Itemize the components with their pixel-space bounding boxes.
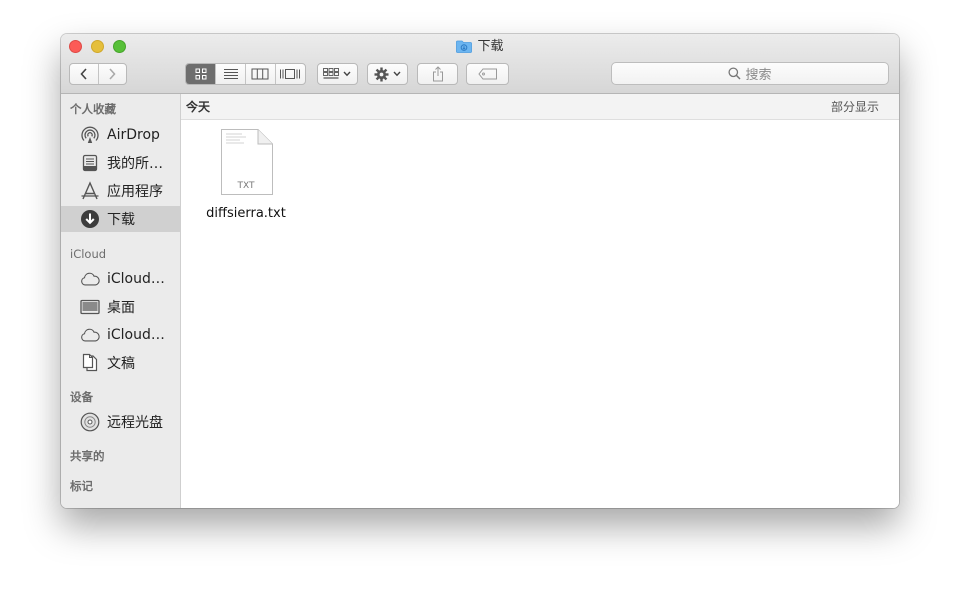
column-view-icon (251, 68, 269, 80)
icon-view-icon (195, 68, 207, 80)
sidebar-item-all-my-files[interactable]: 我的所… (61, 150, 180, 176)
file-name: diffsierra.txt (206, 206, 286, 221)
action-dropdown-button[interactable] (368, 64, 407, 84)
remote-disc-icon (80, 412, 100, 432)
arrange-dropdown-button[interactable] (318, 64, 357, 84)
group-title: 今天 (186, 100, 211, 114)
view-mode-group (185, 63, 306, 85)
cloud-icon (80, 269, 100, 289)
sidebar-item-label: iCloud… (107, 327, 165, 343)
sidebar-item-label: 远程光盘 (107, 415, 163, 431)
file-browser-content: 今天 部分显示 TXT diffsierra.txt (181, 94, 899, 508)
sidebar-item-icloud-drive[interactable]: iCloud… (61, 266, 180, 292)
sidebar-header-icloud: iCloud (70, 247, 107, 261)
group-header: 今天 部分显示 (181, 94, 899, 120)
airdrop-icon (80, 125, 100, 145)
sidebar-item-downloads[interactable]: 下载 (61, 206, 180, 232)
window-title-text: 下载 (477, 39, 504, 54)
share-button[interactable] (418, 64, 457, 84)
sidebar-item-label: iCloud… (107, 271, 165, 287)
sidebar-item-icloud-documents[interactable]: iCloud… (61, 322, 180, 348)
sidebar-item-documents[interactable]: 文稿 (61, 350, 180, 376)
search-icon (728, 67, 742, 80)
cover-flow-icon (280, 69, 301, 79)
chevron-down-icon (392, 71, 401, 77)
forward-button[interactable] (99, 64, 127, 84)
file-type-label: TXT (237, 181, 255, 191)
list-view-button[interactable] (216, 64, 246, 84)
navigation-group (69, 63, 127, 85)
gear-icon (374, 67, 388, 81)
documents-icon (80, 353, 100, 373)
downloads-folder-icon (456, 40, 473, 59)
tag-icon (477, 68, 497, 80)
arrange-group (317, 63, 358, 85)
tags-group (466, 63, 509, 85)
sidebar: 个人收藏 AirDrop 我的所… 应用程序 下载 iCloud iCloud…… (61, 94, 181, 508)
applications-icon (80, 181, 100, 201)
back-button[interactable] (70, 64, 99, 84)
sidebar-item-desktop[interactable]: 桌面 (61, 294, 180, 320)
search-placeholder: 搜索 (745, 68, 772, 83)
edit-tags-button[interactable] (467, 64, 508, 84)
arrange-icon (323, 68, 339, 79)
sidebar-header-devices: 设备 (70, 390, 93, 404)
window-title: 下载 (61, 38, 899, 56)
column-view-button[interactable] (246, 64, 276, 84)
sidebar-item-label: 文稿 (107, 356, 135, 372)
chevron-right-icon (109, 68, 116, 80)
list-view-icon (223, 69, 238, 79)
desktop-icon (80, 297, 100, 317)
sidebar-item-label: 应用程序 (107, 184, 163, 200)
sidebar-item-remote-disc[interactable]: 远程光盘 (61, 409, 180, 435)
chevron-down-icon (343, 71, 351, 77)
icon-view-button[interactable] (186, 64, 217, 84)
sidebar-header-tags: 标记 (70, 479, 93, 493)
show-partial-button[interactable]: 部分显示 (831, 98, 879, 115)
downloads-icon (80, 209, 100, 229)
file-item[interactable]: TXT diffsierra.txt (203, 128, 289, 224)
search-field[interactable]: 搜索 (611, 62, 889, 85)
cloud-icon (80, 325, 100, 345)
sidebar-item-label: 我的所… (107, 156, 163, 172)
all-files-icon (80, 153, 100, 173)
share-group (417, 63, 458, 85)
sidebar-header-shared: 共享的 (70, 449, 105, 463)
share-icon (432, 66, 443, 82)
action-group (367, 63, 408, 85)
sidebar-item-airdrop[interactable]: AirDrop (61, 122, 180, 148)
sidebar-item-label: 桌面 (107, 300, 135, 316)
chevron-left-icon (80, 68, 87, 80)
sidebar-item-applications[interactable]: 应用程序 (61, 178, 180, 204)
sidebar-item-label: AirDrop (107, 127, 160, 143)
sidebar-header-favorites: 个人收藏 (70, 102, 116, 116)
title-bar: 下载 搜索 (61, 34, 899, 94)
sidebar-item-label: 下载 (107, 212, 135, 228)
cover-flow-view-button[interactable] (276, 64, 305, 84)
finder-window: 下载 搜索 个人收藏 AirDrop 我的所… 应用程序 下载 iCloud i… (61, 34, 899, 508)
